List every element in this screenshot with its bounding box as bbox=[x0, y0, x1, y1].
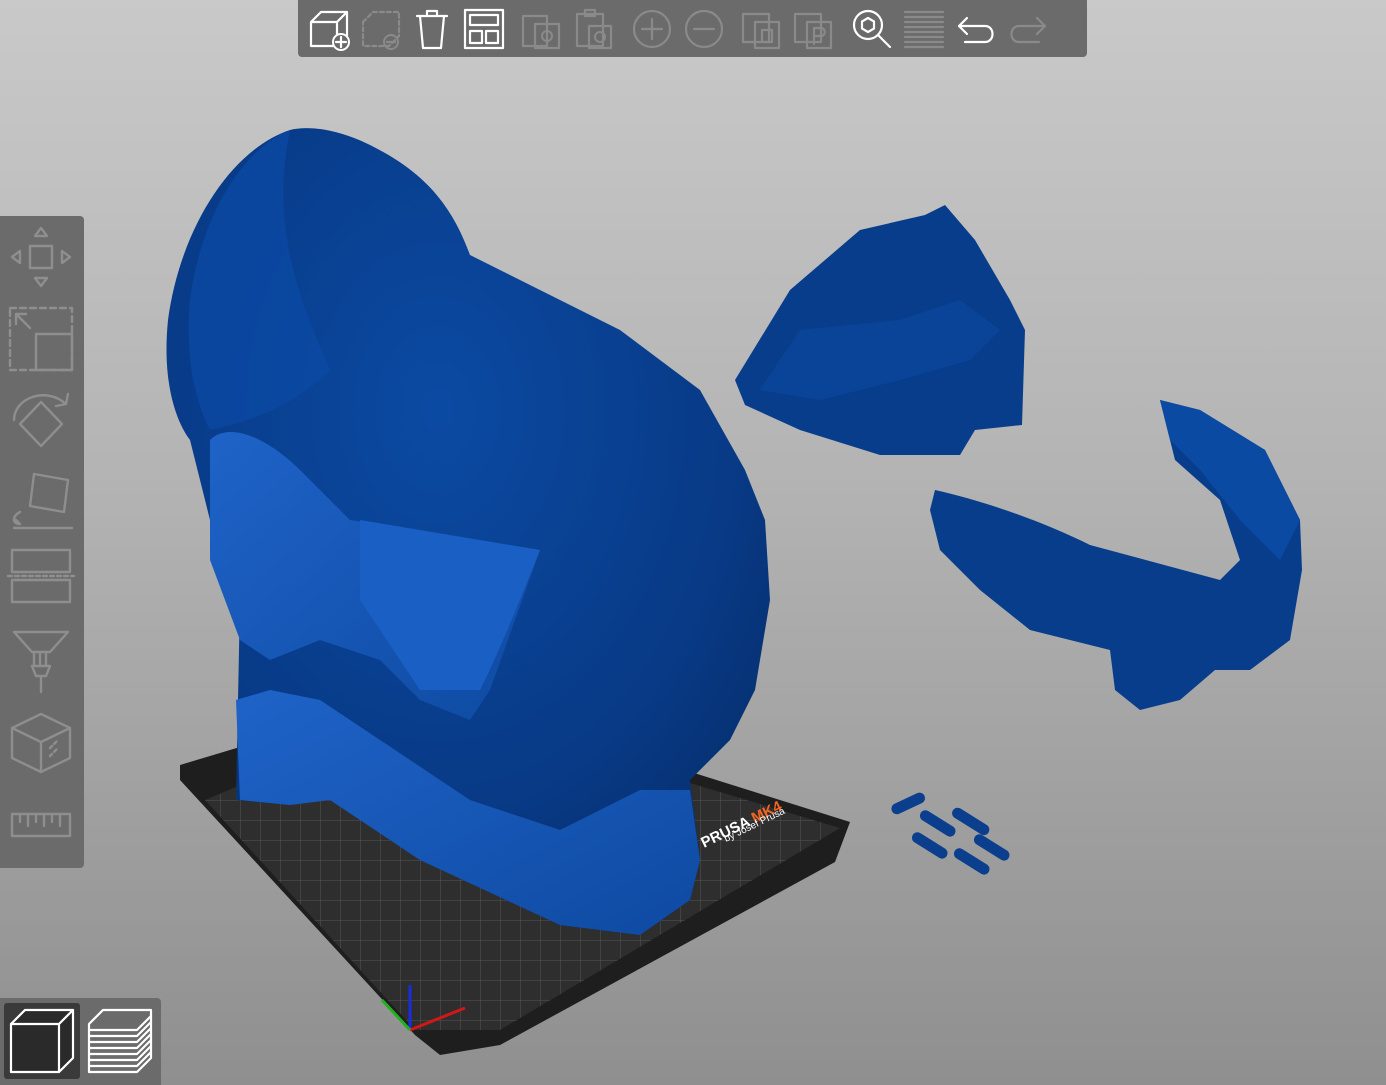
move-icon bbox=[10, 226, 72, 288]
delete-button[interactable] bbox=[354, 3, 406, 55]
cut-icon bbox=[6, 548, 76, 604]
remove-instance-icon bbox=[684, 9, 724, 48]
seam-painting-icon bbox=[10, 712, 72, 774]
place-on-face-icon bbox=[12, 472, 74, 530]
split-objects-icon bbox=[741, 12, 781, 49]
add-instance-button[interactable] bbox=[626, 3, 678, 55]
delete-icon bbox=[361, 10, 401, 50]
arrange-icon bbox=[463, 8, 505, 49]
add-instance-icon bbox=[632, 9, 672, 48]
add-icon bbox=[309, 10, 350, 51]
search-icon bbox=[852, 9, 892, 48]
add-button[interactable] bbox=[302, 3, 354, 55]
cut-button[interactable] bbox=[4, 540, 78, 610]
layers-editing-button[interactable] bbox=[898, 3, 950, 55]
arrange-button[interactable] bbox=[458, 3, 510, 55]
preview-button[interactable] bbox=[82, 1003, 158, 1079]
layers-editing-icon bbox=[903, 10, 945, 48]
split-parts-icon bbox=[793, 12, 833, 49]
preview-icon bbox=[87, 1008, 153, 1074]
jaw-part[interactable] bbox=[930, 400, 1302, 710]
move-button[interactable] bbox=[4, 222, 78, 292]
copy-button[interactable] bbox=[516, 3, 568, 55]
small-parts[interactable] bbox=[890, 791, 1012, 877]
3d-view-icon bbox=[9, 1008, 75, 1074]
remove-instance-button[interactable] bbox=[678, 3, 730, 55]
split-parts-button[interactable] bbox=[788, 3, 840, 55]
paint-supports-button[interactable] bbox=[4, 626, 78, 696]
undo-button[interactable] bbox=[950, 3, 1002, 55]
split-objects-button[interactable] bbox=[736, 3, 788, 55]
seam-painting-button[interactable] bbox=[4, 708, 78, 778]
delete-all-icon bbox=[415, 9, 449, 49]
paste-icon bbox=[575, 8, 613, 49]
measure-button[interactable] bbox=[4, 790, 78, 860]
rotate-button[interactable] bbox=[4, 384, 78, 454]
paste-button[interactable] bbox=[568, 3, 620, 55]
scale-icon bbox=[8, 306, 74, 372]
3d-viewport[interactable]: PRUSA MK4 by Josef Prusa bbox=[0, 0, 1386, 1085]
redo-button[interactable] bbox=[1002, 3, 1054, 55]
copy-icon bbox=[521, 14, 561, 49]
redo-icon bbox=[1010, 16, 1047, 43]
view-switch bbox=[0, 998, 161, 1085]
gizmo-toolbar bbox=[0, 216, 84, 868]
place-on-face-button[interactable] bbox=[4, 464, 78, 534]
delete-all-button[interactable] bbox=[406, 3, 458, 55]
scale-button[interactable] bbox=[4, 304, 78, 374]
3d-view-button[interactable] bbox=[4, 1003, 80, 1079]
rotate-icon bbox=[12, 392, 70, 448]
undo-icon bbox=[957, 16, 994, 43]
main-toolbar bbox=[298, 0, 1087, 57]
search-button[interactable] bbox=[846, 3, 898, 55]
faceplate-part[interactable] bbox=[735, 205, 1025, 455]
measure-icon bbox=[10, 812, 72, 838]
paint-supports-icon bbox=[12, 630, 70, 694]
